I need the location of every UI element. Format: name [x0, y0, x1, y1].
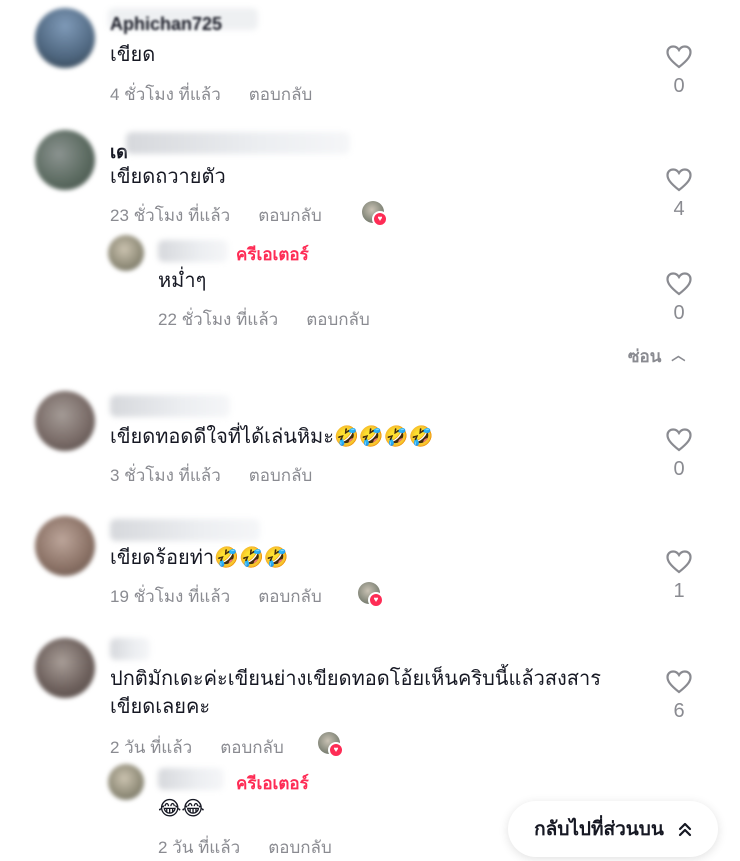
hide-replies-button[interactable]: ซ่อน ︿: [628, 343, 685, 370]
comment-meta: 4 ชั่วโมง ที่แล้ว ตอบกลับ: [110, 81, 312, 108]
creator-label: ครีเอเตอร์: [236, 774, 309, 793]
like-button[interactable]: 0: [659, 45, 699, 98]
avatar[interactable]: [35, 8, 95, 68]
comment-item: เด เขียดถวายตัว 23 ชั่วโมง ที่แล้ว ตอบกลั…: [0, 110, 740, 370]
heart-outline-icon: [666, 272, 692, 296]
comment-meta: 19 ชั่วโมง ที่แล้ว ตอบกลับ: [110, 583, 322, 610]
avatar[interactable]: [108, 764, 144, 800]
like-count: 0: [673, 75, 685, 97]
comment-text: เขียดร้อยท่า🤣🤣🤣: [110, 547, 289, 569]
comment-text-line-1: ปกติมักเดะค่ะเขียนย่างเขียดทอดโอ้ยเห็นคร…: [110, 668, 601, 690]
reply-button[interactable]: ตอบกลับ: [258, 587, 322, 606]
comment-text: เขียด: [110, 44, 156, 66]
like-button[interactable]: 0: [659, 272, 699, 325]
reply-button[interactable]: ตอบกลับ: [258, 206, 322, 225]
comment-time: 4 ชั่วโมง ที่แล้ว: [110, 85, 221, 104]
username[interactable]: Aphichan725: [110, 14, 222, 35]
back-to-top-label: กลับไปที่ส่วนบน: [534, 819, 664, 840]
creator-liked-badge: ♥: [362, 201, 388, 227]
heart-icon: ♥: [372, 211, 388, 227]
reply-item: ครีเอเตอร์ หม่ำๆ 22 ชั่วโมง ที่แล้ว ตอบกล…: [0, 232, 740, 342]
like-button[interactable]: 0: [659, 428, 699, 481]
reply-button[interactable]: ตอบกลับ: [249, 466, 313, 485]
comment-time: 3 ชั่วโมง ที่แล้ว: [110, 466, 221, 485]
comment-time: 23 ชั่วโมง ที่แล้ว: [110, 206, 231, 225]
username-blur: [110, 519, 260, 541]
reply-time: 2 วัน ที่แล้ว: [158, 838, 241, 857]
avatar[interactable]: [35, 638, 95, 698]
like-button[interactable]: 1: [659, 550, 699, 603]
heart-outline-icon: [666, 168, 692, 192]
reply-text: หม่ำๆ: [158, 270, 207, 292]
heart-outline-icon: [666, 45, 692, 69]
back-to-top-button[interactable]: กลับไปที่ส่วนบน: [508, 801, 718, 857]
comment-meta: 23 ชั่วโมง ที่แล้ว ตอบกลับ: [110, 202, 322, 229]
reply-meta: 2 วัน ที่แล้ว ตอบกลับ: [158, 834, 332, 861]
double-chevron-up-icon: [678, 822, 691, 837]
reply-button[interactable]: ตอบกลับ: [268, 838, 332, 857]
reply-text: 😂😂: [158, 798, 205, 820]
avatar[interactable]: [35, 516, 95, 576]
reply-time: 22 ชั่วโมง ที่แล้ว: [158, 310, 279, 329]
heart-outline-icon: [666, 428, 692, 452]
avatar[interactable]: [35, 130, 95, 190]
hide-label: ซ่อน: [628, 347, 662, 366]
like-button[interactable]: 4: [659, 168, 699, 221]
reply-button[interactable]: ตอบกลับ: [249, 85, 313, 104]
avatar[interactable]: [35, 391, 95, 451]
creator-liked-badge: ♥: [318, 732, 344, 758]
username-blur: [158, 768, 224, 790]
like-count: 4: [673, 198, 685, 220]
reply-button[interactable]: ตอบกลับ: [220, 738, 284, 757]
creator-label: ครีเอเตอร์: [236, 245, 309, 264]
comment-item: Aphichan725 เขียด 4 ชั่วโมง ที่แล้ว ตอบกล…: [0, 0, 740, 110]
heart-icon: ♥: [368, 592, 384, 608]
heart-icon: ♥: [328, 742, 344, 758]
comment-item: เขียดทอดดีใจที่ได้เล่นหิมะ🤣🤣🤣🤣 3 ชั่วโมง…: [0, 385, 740, 505]
like-count: 0: [673, 302, 685, 324]
reply-button[interactable]: ตอบกลับ: [306, 310, 370, 329]
comment-meta: 3 ชั่วโมง ที่แล้ว ตอบกลับ: [110, 462, 312, 489]
comment-time: 2 วัน ที่แล้ว: [110, 738, 193, 757]
comment-meta: 2 วัน ที่แล้ว ตอบกลับ: [110, 734, 284, 761]
username-blur: [110, 638, 150, 660]
like-count: 6: [673, 700, 685, 722]
comment-text-line-2: เขียดเลยคะ: [110, 696, 211, 718]
chevron-up-icon: ︿: [671, 347, 686, 363]
like-button[interactable]: 6: [659, 670, 699, 723]
heart-outline-icon: [666, 670, 692, 694]
reply-meta: 22 ชั่วโมง ที่แล้ว ตอบกลับ: [158, 306, 370, 333]
creator-liked-badge: ♥: [358, 582, 384, 608]
comment-text: เขียดถวายตัว: [110, 166, 226, 188]
comment-time: 19 ชั่วโมง ที่แล้ว: [110, 587, 231, 606]
heart-outline-icon: [666, 550, 692, 574]
like-count: 0: [673, 458, 685, 480]
avatar[interactable]: [108, 235, 144, 271]
like-count: 1: [673, 580, 685, 602]
username-blur: [110, 395, 230, 417]
comment-text: เขียดทอดดีใจที่ได้เล่นหิมะ🤣🤣🤣🤣: [110, 426, 434, 448]
username-blur: [126, 132, 350, 154]
comment-item: เขียดร้อยท่า🤣🤣🤣 19 ชั่วโมง ที่แล้ว ตอบกลั…: [0, 508, 740, 628]
username-blur: [158, 240, 228, 262]
